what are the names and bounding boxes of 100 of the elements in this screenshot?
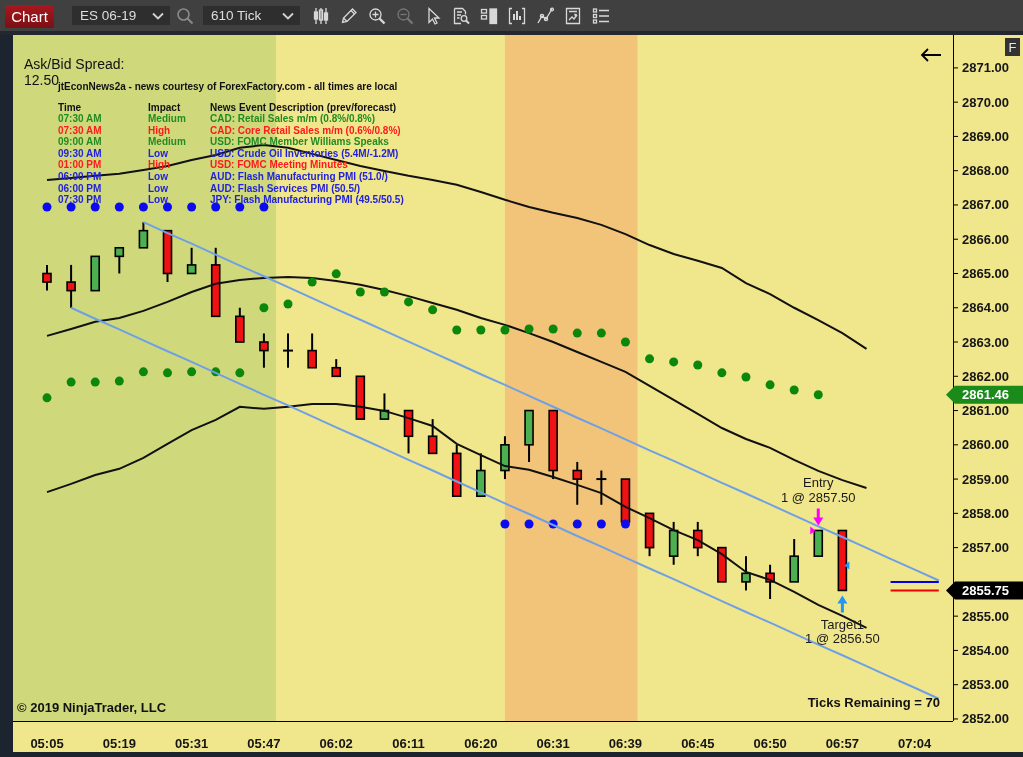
document-chart-icon[interactable] [564,6,582,25]
price-axis-label: 2867.00 [962,197,1009,213]
candlestick [789,538,799,583]
candlestick [66,263,76,309]
time-axis-label: 06:31 [536,736,570,751]
panel-layout-icon[interactable] [480,6,498,25]
time-axis-label: 06:11 [392,736,425,751]
indicator-dot [163,202,172,212]
news-event: USD: FOMC Meeting Minutes [210,160,349,171]
candlestick [692,520,703,558]
indicator-dot [620,519,630,529]
candlestick [644,512,655,558]
candlestick [765,563,775,600]
candlestick [282,332,295,369]
line-chart-icon[interactable] [536,6,554,25]
column-header: News Event Description (prev/forecast) [210,102,398,113]
order-label: Entry [803,475,834,490]
indicator-dot [548,324,558,334]
indicator-dot [500,325,510,335]
news-event: CAD: Core Retail Sales m/m (0.6%/0.8%) [210,125,402,136]
ticks-remaining-text: Ticks Remaining = 70 [807,695,940,710]
candlestick [572,460,583,506]
candlestick [813,529,824,558]
spread-label: Ask/Bid Spread: [24,56,125,72]
indicator-dot [428,305,438,315]
indicator-dot [765,380,775,390]
candlestick [162,229,173,284]
copyright-text: © 2019 NinjaTrader, LLC [17,700,167,715]
price-axis-label: 2868.00 [962,163,1009,179]
interval-dropdown[interactable]: 610 Tick [203,6,300,25]
indicator-dot [404,297,414,307]
indicator-dot [90,202,100,212]
price-axis-label: 2862.00 [962,368,1009,384]
price-axis-label: 2857.00 [962,540,1009,556]
news-impact: High [148,125,172,136]
indicator-dot [235,368,245,378]
price-axis-label: 2864.00 [962,300,1009,316]
time-axis-label: 05:19 [102,736,136,751]
indicator-dot [187,202,197,212]
order-quantity-price: 1 @ 2857.50 [780,490,856,505]
time-axis-label: 06:50 [753,736,787,751]
price-axis-label: 2870.00 [962,94,1009,110]
column-header: Time [58,102,83,113]
indicator-dot [187,367,197,377]
indicator-dot [259,303,269,313]
indicator-dot [138,202,148,212]
time-axis-label: 05:31 [175,736,209,751]
chevron-down-icon [152,11,164,20]
indicator-dot [163,368,172,378]
price-axis-label: 2858.00 [962,505,1009,521]
news-event: CAD: Retail Sales m/m (0.8%/0.8%) [210,114,377,125]
news-time: 07:30 AM [58,114,103,125]
indicator-dot [693,360,703,370]
chart-button[interactable]: Chart [5,5,54,28]
news-event: JPY: Flash Manufacturing PMI (49.5/50.5) [210,195,404,206]
indicator-dot [620,337,630,347]
price-tag: 2855.75 [946,581,1023,600]
zoom-in-icon[interactable] [368,6,386,25]
candlestick [476,452,486,498]
candlestick [42,263,52,292]
time-axis-label: 07:04 [898,736,932,751]
candlestick [837,529,848,592]
indicator-dot [548,519,558,529]
candlestick [500,435,510,481]
candlestick [355,375,366,421]
list-icon[interactable] [592,6,610,25]
arrow-left-icon[interactable] [920,48,942,62]
time-axis-label: 06:20 [464,736,498,751]
search-icon[interactable] [176,6,194,25]
order-label: Target1 [820,616,865,632]
pencil-icon[interactable] [340,6,358,25]
news-impact: Low [148,183,169,194]
price-axis-label: 2871.00 [962,60,1009,76]
news-time: 07:30 PM [58,195,103,206]
candlestick [331,358,342,378]
news-impact: Medium [148,114,187,125]
indicator-dot [114,376,124,386]
candlestick [595,469,608,506]
indicator-dot [524,324,534,334]
indicator-dot [90,377,100,387]
axis-button[interactable]: F [1005,38,1020,56]
price-axis-label: 2860.00 [962,437,1009,453]
indicator-dot [138,367,148,377]
candlestick [235,306,245,343]
price-axis-label: 2855.00 [962,608,1009,624]
price-axis-label: 2869.00 [962,128,1009,144]
candlestick [90,255,100,292]
candlestick [451,443,462,498]
time-axis-label: 06:02 [319,736,353,751]
indicator-dot [42,202,52,212]
document-search-icon[interactable] [452,6,470,25]
news-impact: Low [148,172,169,183]
candlestick-icon[interactable] [312,6,330,25]
news-impact: Low [148,148,169,159]
bar-chart-icon[interactable] [508,6,526,25]
chevron-down-icon [282,11,294,20]
instrument-dropdown[interactable]: ES 06-19 [72,6,170,25]
candlestick [210,246,221,318]
price-axis-label: 2861.00 [962,403,1009,419]
indicator-dot [572,519,582,529]
